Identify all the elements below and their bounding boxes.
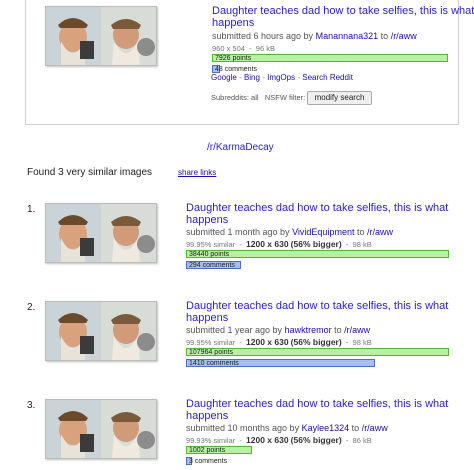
result-comments-bar: 1410 comments (186, 359, 375, 367)
result-dims: 1200 x 630 (246, 435, 289, 445)
result-title[interactable]: Daughter teaches dad how to take selfies… (186, 398, 456, 422)
result-bigger: (56% bigger) (290, 435, 342, 445)
result-subreddit-link[interactable]: /r/aww (367, 227, 393, 237)
submitted-text: submitted 6 hours ago by (212, 31, 314, 41)
result-submitted-line: submitted 10 months ago by Kaylee1324 to… (186, 423, 388, 433)
result-title[interactable]: Daughter teaches dad how to take selfies… (186, 300, 456, 324)
result-rank: 2. (27, 302, 36, 313)
search-filters: Subreddits: all NSFW filter: on (211, 93, 320, 102)
result-dims: 1200 x 630 (246, 239, 289, 249)
subreddits-label: Subreddits: (211, 93, 249, 102)
found-count-text: Found 3 very similar images (27, 167, 153, 178)
result-size: 98 kB (352, 338, 372, 347)
result-submitted-line: submitted 1 year ago by hawktremor to /r… (186, 325, 370, 335)
separator: - (262, 73, 265, 82)
result-thumbnail[interactable] (45, 203, 157, 263)
result-comments-bar: 3 comments (186, 457, 227, 465)
selfie-photo-icon (46, 400, 156, 458)
result-comments-bar: 294 comments (186, 261, 241, 269)
original-title[interactable]: Daughter teaches dad how to take selfies… (212, 5, 474, 29)
result-bigger: (56% bigger) (290, 337, 342, 347)
result-bigger: (56% bigger) (290, 239, 342, 249)
result-points-bar: 1002 points (186, 446, 252, 454)
result-points-bar: 107964 points (186, 348, 449, 356)
original-thumbnail[interactable] (45, 6, 157, 66)
nsfw-label: NSFW filter: (264, 93, 306, 102)
to-text: to (380, 31, 389, 41)
result-subreddit-link[interactable]: /r/aww (344, 325, 370, 335)
result-submitted-line: submitted 1 month ago by VividEquipment … (186, 227, 393, 237)
subreddits-value: all (251, 93, 259, 102)
original-result-card: Daughter teaches dad how to take selfies… (25, 0, 474, 125)
original-submitted-line: submitted 6 hours ago by Manannana321 to… (212, 31, 417, 41)
result-user-link[interactable]: VividEquipment (292, 227, 354, 237)
search-links: Google - Bing - ImgOps - Search Reddit (211, 73, 353, 82)
result-points-bar: 38440 points (186, 250, 449, 258)
original-points-bar: 7926 points (212, 54, 448, 62)
original-dims: 960 x 504 (212, 44, 245, 53)
result-subreddit-link[interactable]: /r/aww (362, 423, 388, 433)
result-thumbnail[interactable] (45, 399, 157, 459)
result-user-link[interactable]: hawktremor (285, 325, 332, 335)
submitted-text: submitted 1 year ago by (186, 325, 283, 335)
karmadecay-link[interactable]: /r/KarmaDecay (207, 142, 274, 153)
similarity-text: 99.95% similar (186, 338, 236, 347)
imgops-link[interactable]: ImgOps (267, 73, 295, 82)
result-size: 86 kB (352, 436, 372, 445)
result-dims: 1200 x 630 (246, 337, 289, 347)
selfie-photo-icon (46, 204, 156, 262)
selfie-photo-icon (46, 7, 156, 65)
to-text: to (351, 423, 360, 433)
share-links-link[interactable]: share links (178, 168, 216, 177)
result-rank: 3. (27, 400, 36, 411)
original-subreddit-link[interactable]: /r/aww (391, 31, 417, 41)
to-text: to (334, 325, 342, 335)
original-comments-bar: 48 comments (212, 65, 257, 73)
similarity-text: 99.95% similar (186, 240, 236, 249)
original-size: 96 kB (255, 44, 275, 53)
to-text: to (356, 227, 365, 237)
original-user-link[interactable]: Manannana321 (316, 31, 379, 41)
result-user-link[interactable]: Kaylee1324 (302, 423, 350, 433)
google-link[interactable]: Google (211, 73, 237, 82)
similarity-text: 99.93% similar (186, 436, 236, 445)
result-image-info: 99.95% similar - 1200 x 630 (56% bigger)… (186, 239, 372, 249)
result-image-info: 99.95% similar - 1200 x 630 (56% bigger)… (186, 337, 372, 347)
modify-search-button[interactable]: modify search (307, 91, 372, 105)
separator: - (297, 73, 301, 82)
result-title[interactable]: Daughter teaches dad how to take selfies… (186, 202, 456, 226)
submitted-text: submitted 10 months ago by (186, 423, 300, 433)
result-size: 98 kB (352, 240, 372, 249)
result-rank: 1. (27, 204, 36, 215)
search-reddit-link[interactable]: Search Reddit (302, 73, 353, 82)
selfie-photo-icon (46, 302, 156, 360)
submitted-text: submitted 1 month ago by (186, 227, 290, 237)
separator: - (239, 73, 242, 82)
result-image-info: 99.93% similar - 1200 x 630 (56% bigger)… (186, 435, 372, 445)
original-image-info: 960 x 504 - 96 kB (212, 44, 275, 53)
bing-link[interactable]: Bing (244, 73, 260, 82)
result-thumbnail[interactable] (45, 301, 157, 361)
